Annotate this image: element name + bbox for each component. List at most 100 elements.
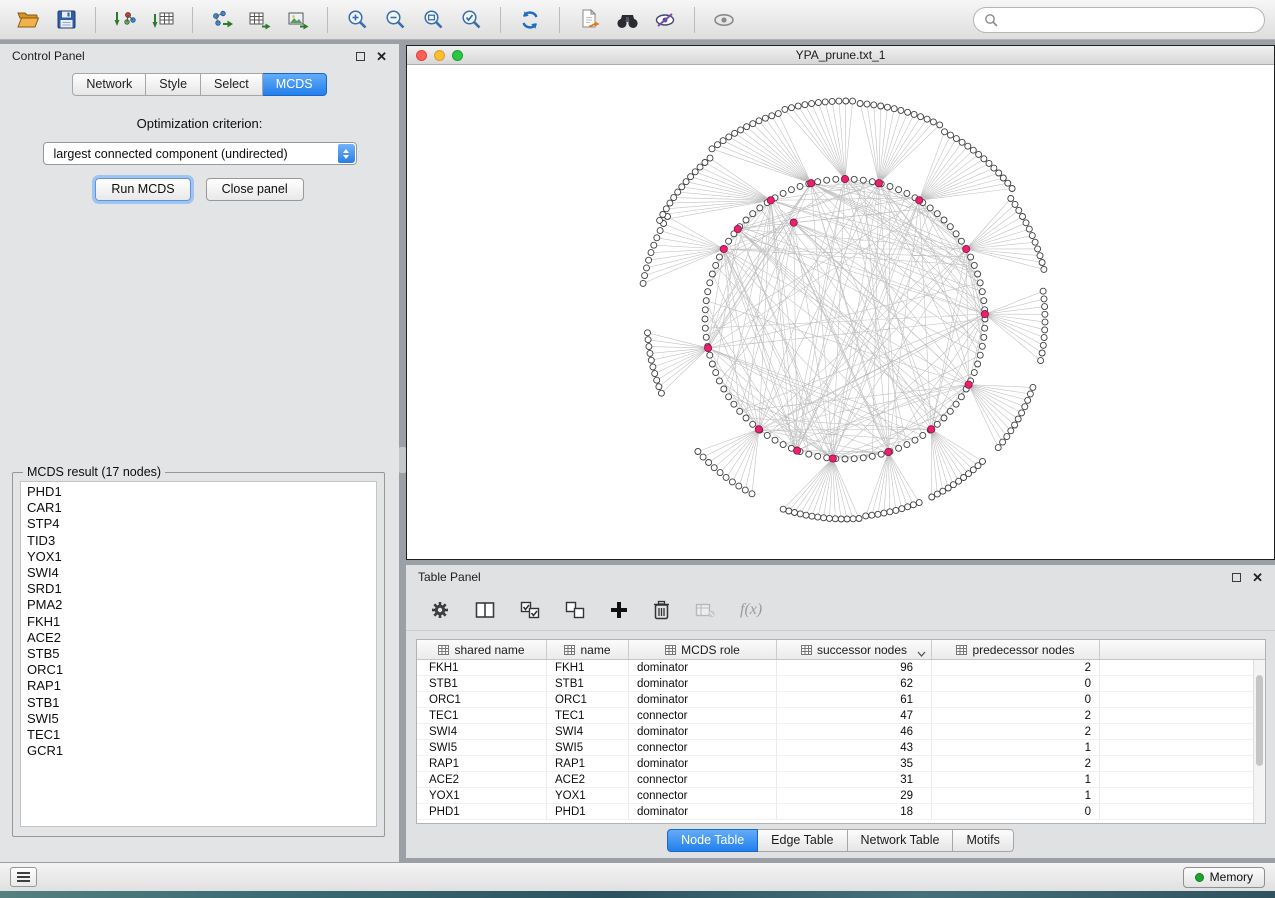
import-disabled-icon[interactable] [695, 602, 715, 618]
open-folder-button[interactable] [10, 4, 46, 36]
export-image-button[interactable] [280, 4, 316, 36]
tab-edge-table[interactable]: Edge Table [758, 829, 847, 852]
mcds-node-item[interactable]: SWI5 [21, 711, 376, 727]
mcds-node-item[interactable]: ACE2 [21, 630, 376, 646]
cell: 2 [932, 660, 1100, 675]
import-network-button[interactable] [107, 4, 143, 36]
mcds-node-item[interactable]: SWI4 [21, 565, 376, 581]
maximize-window-icon[interactable] [452, 50, 463, 61]
mcds-node-item[interactable]: SRD1 [21, 581, 376, 597]
zoom-in-button[interactable] [339, 4, 375, 36]
add-row-icon[interactable] [610, 601, 628, 619]
cell: connector [629, 772, 777, 787]
delete-row-icon[interactable] [653, 600, 670, 620]
table-row[interactable]: SWI4SWI4dominator462 [417, 724, 1265, 740]
menu-hamburger-button[interactable] [10, 867, 37, 887]
memory-button[interactable]: Memory [1183, 867, 1265, 888]
tab-network[interactable]: Network [72, 73, 146, 96]
table-row[interactable]: SWI5SWI5connector431 [417, 740, 1265, 756]
run-mcds-button[interactable]: Run MCDS [95, 178, 190, 201]
search-input[interactable] [1004, 13, 1254, 27]
cell: 2 [932, 756, 1100, 771]
table-row[interactable]: YOX1YOX1connector291 [417, 788, 1265, 804]
save-icon [57, 10, 76, 29]
column-header-predecessor-nodes[interactable]: predecessor nodes [932, 640, 1100, 659]
eye-button[interactable] [706, 4, 742, 36]
splitter-handle[interactable] [399, 447, 406, 473]
mcds-node-item[interactable]: TID3 [21, 533, 376, 549]
mcds-node-item[interactable]: TEC1 [21, 727, 376, 743]
mcds-node-item[interactable]: RAP1 [21, 678, 376, 694]
clone-network-button[interactable] [571, 4, 607, 36]
export-table-button[interactable] [242, 4, 278, 36]
column-header-name[interactable]: name [547, 640, 629, 659]
network-canvas-container[interactable] [407, 65, 1274, 559]
network-nodes[interactable] [640, 98, 1048, 522]
table-row[interactable]: RAP1RAP1dominator352 [417, 756, 1265, 772]
select-stepper-icon[interactable] [338, 144, 355, 163]
mcds-node-item[interactable]: YOX1 [21, 549, 376, 565]
mcds-result-list[interactable]: PHD1CAR1STP4TID3YOX1SWI4SRD1PMA2FKH1ACE2… [20, 481, 377, 827]
network-canvas[interactable] [407, 65, 1274, 559]
tab-mcds[interactable]: MCDS [263, 73, 327, 96]
cell: 29 [777, 788, 932, 803]
cell-filler [1100, 692, 1265, 707]
zoom-fit-button[interactable] [415, 4, 451, 36]
float-table-panel-icon[interactable] [1232, 573, 1241, 582]
save-button[interactable] [48, 4, 84, 36]
mcds-result-title: MCDS result (17 nodes) [23, 465, 165, 479]
mcds-node-item[interactable]: FKH1 [21, 614, 376, 630]
search-box[interactable] [973, 7, 1265, 33]
table-row[interactable]: ACE2ACE2connector311 [417, 772, 1265, 788]
refresh-button[interactable] [512, 4, 548, 36]
import-table-button[interactable] [145, 4, 181, 36]
columns-icon[interactable] [475, 601, 495, 619]
mcds-node-item[interactable]: PHD1 [21, 484, 376, 500]
main-toolbar-icons [10, 4, 742, 36]
chevron-down-icon[interactable] [917, 646, 926, 660]
close-table-panel-icon[interactable]: ✕ [1252, 573, 1263, 582]
mcds-node-item[interactable]: PMA2 [21, 597, 376, 613]
column-header-successor-nodes[interactable]: successor nodes [777, 640, 932, 659]
column-header-shared-name[interactable]: shared name [417, 640, 547, 659]
tab-node-table[interactable]: Node Table [667, 829, 758, 852]
hide-button[interactable] [647, 4, 683, 36]
column-header-MCDS-role[interactable]: MCDS role [629, 640, 777, 659]
mcds-node-item[interactable]: STB1 [21, 695, 376, 711]
deselect-all-icon[interactable] [565, 601, 585, 619]
mcds-node-item[interactable]: GCR1 [21, 743, 376, 759]
zoom-out-button[interactable] [377, 4, 413, 36]
zoom-selected-button[interactable] [453, 4, 489, 36]
close-panel-icon[interactable]: ✕ [376, 52, 387, 61]
tab-network-table[interactable]: Network Table [848, 829, 954, 852]
search-binoculars-button[interactable] [609, 4, 645, 36]
cell: YOX1 [547, 788, 629, 803]
table-row[interactable]: ORC1ORC1dominator610 [417, 692, 1265, 708]
table-row[interactable]: PHD1PHD1dominator180 [417, 804, 1265, 820]
gear-icon[interactable] [430, 600, 450, 620]
table-row[interactable]: FKH1FKH1dominator962 [417, 660, 1265, 676]
close-window-icon[interactable] [416, 50, 427, 61]
cell-filler [1100, 660, 1265, 675]
scrollbar-thumb[interactable] [1256, 675, 1263, 766]
minimize-window-icon[interactable] [434, 50, 445, 61]
mcds-node-item[interactable]: STP4 [21, 516, 376, 532]
close-panel-button[interactable]: Close panel [206, 178, 304, 201]
search-binoculars-icon [616, 10, 639, 30]
mcds-node-item[interactable]: ORC1 [21, 662, 376, 678]
float-panel-icon[interactable] [356, 52, 365, 61]
table-row[interactable]: STB1STB1dominator620 [417, 676, 1265, 692]
cell: YOX1 [417, 788, 547, 803]
tab-motifs[interactable]: Motifs [953, 829, 1013, 852]
export-network-button[interactable] [204, 4, 240, 36]
mcds-node-item[interactable]: STB5 [21, 646, 376, 662]
select-all-icon[interactable] [520, 601, 540, 619]
table-row[interactable]: TEC1TEC1connector472 [417, 708, 1265, 724]
mcds-tab-content: Optimization criterion: largest connecte… [0, 116, 399, 201]
tab-select[interactable]: Select [201, 73, 263, 96]
tab-style[interactable]: Style [146, 73, 201, 96]
export-table-icon [249, 10, 271, 30]
table-scrollbar[interactable] [1253, 660, 1265, 823]
mcds-node-item[interactable]: CAR1 [21, 500, 376, 516]
optimization-criterion-select[interactable]: largest connected component (undirected) [43, 142, 357, 165]
